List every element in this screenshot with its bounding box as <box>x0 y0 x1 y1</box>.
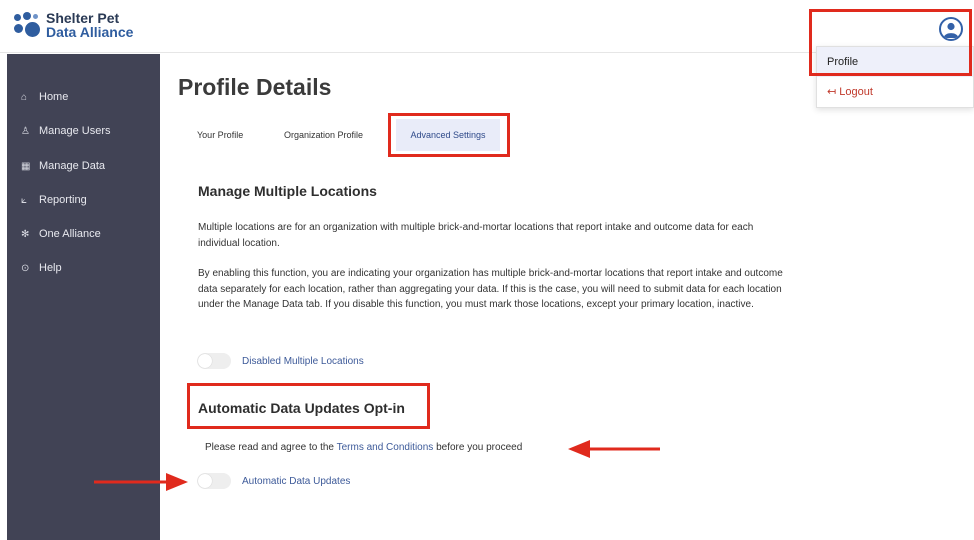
toggle-knob <box>198 474 212 488</box>
users-icon: ♙ <box>21 125 30 137</box>
agree-suffix: before you proceed <box>433 442 523 453</box>
sidebar-item-one-alliance[interactable]: ✻ One Alliance <box>7 223 160 245</box>
multiple-locations-details: By enabling this function, you are indic… <box>198 268 783 310</box>
sidebar-item-manage-data[interactable]: ▦ Manage Data <box>7 155 160 177</box>
alliance-icon: ✻ <box>21 228 30 240</box>
section-title-auto-updates: Automatic Data Updates Opt-in <box>198 400 405 416</box>
sidebar-item-manage-users[interactable]: ♙ Manage Users <box>7 120 160 142</box>
auto-updates-toggle[interactable] <box>197 473 231 489</box>
logout-menu-item[interactable]: ↤ Logout <box>817 79 973 105</box>
sidebar-item-reporting[interactable]: ⟀ Reporting <box>7 189 160 211</box>
multiple-locations-toggle[interactable] <box>197 353 231 369</box>
sidebar-item-help[interactable]: ⊙ Help <box>7 257 160 279</box>
terms-and-conditions-link[interactable]: Terms and Conditions <box>337 442 434 453</box>
terms-agreement-text: Please read and agree to the Terms and C… <box>205 442 522 453</box>
toggle-knob <box>198 354 212 368</box>
tab-advanced-settings[interactable]: Advanced Settings <box>396 119 500 151</box>
brand-logo[interactable]: Shelter Pet Data Alliance <box>12 10 133 40</box>
table-icon: ▦ <box>21 160 31 172</box>
tab-label: Advanced Settings <box>410 130 486 140</box>
user-avatar-button[interactable] <box>939 17 963 41</box>
logo-dots-icon <box>12 10 42 40</box>
chart-icon: ⟀ <box>21 194 27 206</box>
tab-organization-profile[interactable]: Organization Profile <box>284 130 363 140</box>
profile-menu-item[interactable]: Profile <box>817 47 973 77</box>
sidebar-item-label: Manage Data <box>39 160 106 172</box>
section-title-multiple-locations: Manage Multiple Locations <box>198 183 377 199</box>
brand-line-1: Shelter Pet <box>46 10 120 26</box>
annotation-arrow-terms <box>568 440 660 458</box>
agree-prefix: Please read and agree to the <box>205 442 337 453</box>
sidebar-item-label: Reporting <box>39 194 87 206</box>
annotation-arrow-auto-updates <box>94 473 188 491</box>
sidebar-item-label: Manage Users <box>39 125 111 137</box>
home-icon: ⌂ <box>21 91 28 103</box>
multiple-locations-toggle-label: Disabled Multiple Locations <box>242 356 364 367</box>
logout-icon: ↤ <box>827 86 837 98</box>
sidebar-item-label: Help <box>39 262 62 274</box>
logout-label: Logout <box>839 86 873 98</box>
help-icon: ⊙ <box>21 262 30 274</box>
page-title: Profile Details <box>178 74 332 100</box>
sidebar-item-label: Home <box>39 91 69 103</box>
tab-your-profile[interactable]: Your Profile <box>197 130 243 140</box>
multiple-locations-description: Multiple locations are for an organizati… <box>198 222 754 249</box>
auto-updates-toggle-label: Automatic Data Updates <box>242 476 351 487</box>
user-icon <box>943 22 959 38</box>
sidebar-item-home[interactable]: ⌂ Home <box>7 86 160 108</box>
brand-line-2: Data Alliance <box>46 24 134 40</box>
user-menu-dropdown: Profile ↤ Logout <box>816 46 974 108</box>
sidebar-item-label: One Alliance <box>39 228 101 240</box>
sidebar: ⌂ Home ♙ Manage Users ▦ Manage Data ⟀ Re… <box>7 54 160 540</box>
